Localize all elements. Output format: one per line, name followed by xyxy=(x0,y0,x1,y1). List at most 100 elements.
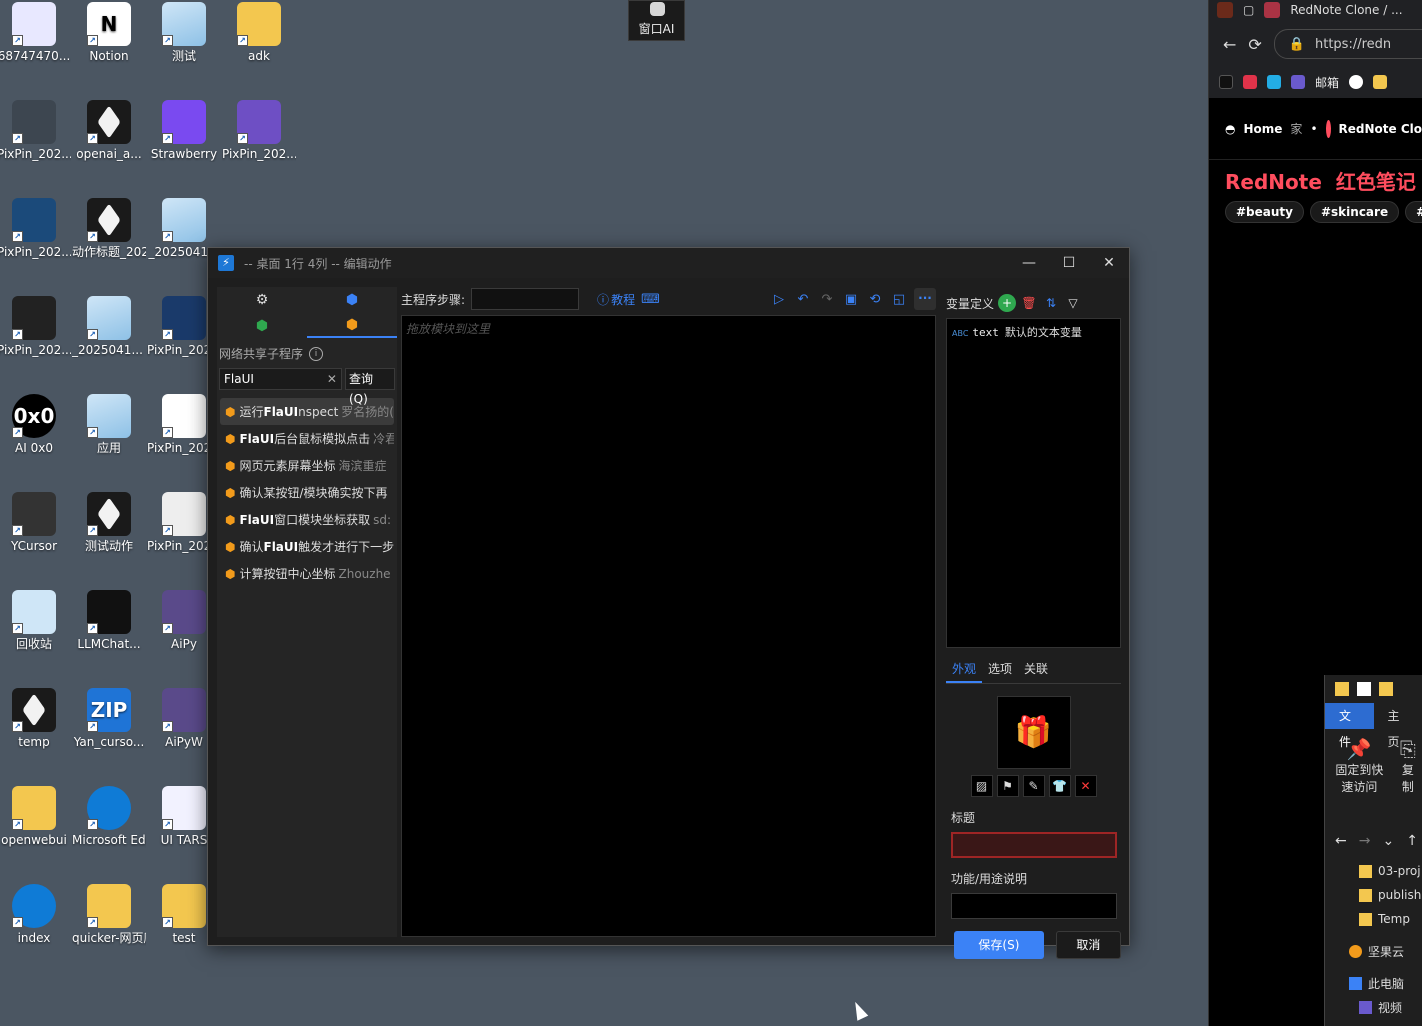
desktop-icon[interactable]: ↗ Strawberry xyxy=(147,100,221,162)
sort-icon[interactable]: ⇅ xyxy=(1042,294,1060,312)
desktop-icon[interactable]: ↗ PixPin_202... xyxy=(0,296,71,358)
workspaces-icon[interactable]: ▢ xyxy=(1243,3,1254,17)
window-ai-widget[interactable]: 窗口AI xyxy=(628,0,685,41)
list-item[interactable]: ⬢ 确认某按钮/模块确实按下再 xyxy=(220,479,394,506)
flag-icon[interactable]: ⚑ xyxy=(996,775,1019,797)
steps-search-input[interactable] xyxy=(471,288,580,310)
tab-0[interactable]: 外观 xyxy=(946,656,983,683)
desktop-icon[interactable]: 0x0 ↗ AI 0x0 xyxy=(0,394,71,456)
ribbon-home[interactable]: 主页 xyxy=(1374,703,1422,749)
filter-icon[interactable]: ▽ xyxy=(1064,294,1082,312)
info-icon[interactable]: i xyxy=(309,346,324,361)
nav-home-cn[interactable]: 家 xyxy=(1290,120,1302,137)
desktop-icon[interactable]: ↗ _2025041... - 副本 xyxy=(72,296,146,358)
delete-variable-icon[interactable]: 🗑 xyxy=(1020,294,1038,312)
tutorial-link[interactable]: ⓘ 教程 xyxy=(597,291,635,308)
remove-icon[interactable]: ✕ xyxy=(1074,775,1097,797)
desktop-icon[interactable]: ↗ index xyxy=(0,884,71,946)
desktop-icon[interactable]: ↗ 回收站 xyxy=(0,590,71,652)
tree-item-nutstore[interactable]: 坚果云 xyxy=(1325,939,1422,963)
list-item[interactable]: ⬢ FlaUI 后台鼠标模拟点击 冷君 xyxy=(220,425,394,452)
ribbon-file[interactable]: 文件 xyxy=(1325,703,1374,749)
back-icon[interactable]: ← xyxy=(1223,35,1236,54)
desktop-icon[interactable]: ↗ openai_a... xyxy=(72,100,146,162)
add-variable-icon[interactable]: + xyxy=(998,294,1017,312)
image-icon[interactable]: ▨ xyxy=(970,775,993,797)
profile-avatar-icon[interactable] xyxy=(1217,2,1233,18)
bookmark-yellow-icon[interactable] xyxy=(1373,75,1388,89)
action-icon-preview[interactable]: 🎁 xyxy=(996,696,1071,769)
undo-icon[interactable]: ↶ xyxy=(794,292,812,307)
green-cubes-category[interactable]: ⬢ xyxy=(217,313,307,338)
google-icon[interactable] xyxy=(1349,75,1364,89)
mail-icon[interactable] xyxy=(1291,75,1305,89)
blue-cubes-category[interactable]: ⬢ xyxy=(307,287,397,312)
desktop-icon[interactable]: ↗ 应用 xyxy=(72,394,146,456)
desktop-icon[interactable]: ↗ 测试动作 xyxy=(72,492,146,554)
address-bar[interactable]: 🔒 https://redn xyxy=(1273,29,1422,59)
more-icon[interactable]: ··· xyxy=(914,288,936,310)
folder-icon[interactable] xyxy=(1335,682,1349,696)
orange-cubes-category[interactable]: ⬢ xyxy=(307,313,397,338)
tree-item[interactable]: Temp xyxy=(1325,907,1422,931)
desktop-icon[interactable]: ↗ PixPin_202... xyxy=(0,100,71,162)
desktop-icon[interactable]: ↗ quicker-网页爬取脚本 xyxy=(72,884,146,946)
redo-icon[interactable]: ↷ xyxy=(818,292,836,307)
nav-home[interactable]: Home xyxy=(1243,122,1282,136)
description-input[interactable] xyxy=(951,893,1117,919)
list-item[interactable]: ⬢ 计算按钮中心坐标 Zhouzhe xyxy=(220,560,394,587)
desktop-icon[interactable]: ↗ 测试 xyxy=(147,2,221,64)
save-icon[interactable]: ▣ xyxy=(842,292,860,307)
desktop-icon[interactable]: ZIP ↗ Yan_curso... xyxy=(72,688,146,750)
up-icon[interactable]: ↑ xyxy=(1406,833,1418,849)
desktop-icon[interactable]: ↗ temp xyxy=(0,688,71,750)
variable-row[interactable]: ABC text 默认的文本变量 xyxy=(952,324,1115,340)
tiktok-icon[interactable] xyxy=(1219,75,1233,89)
tab-2[interactable]: 关联 xyxy=(1018,656,1054,683)
desktop-icon[interactable]: ↗ LLMChat... xyxy=(72,590,146,652)
forward-icon[interactable]: → xyxy=(1359,833,1371,849)
steps-drop-area[interactable]: 拖放模块到这里 xyxy=(401,315,936,937)
list-item[interactable]: ⬢ FlaUI 窗口模块坐标获取 sd: xyxy=(220,506,394,533)
save-button[interactable]: 保存(S) xyxy=(954,931,1044,959)
settings-category[interactable]: ⚙ xyxy=(217,287,307,312)
tree-item[interactable]: publish xyxy=(1325,883,1422,907)
properties-icon[interactable] xyxy=(1357,682,1371,696)
desktop-icon[interactable]: ↗ PixPin_202... xyxy=(0,198,71,260)
run-icon[interactable]: ▷ xyxy=(770,292,788,307)
copy-button[interactable]: ⎘ 复制 xyxy=(1400,737,1416,795)
chevron-down-icon[interactable]: ⌄ xyxy=(1382,833,1394,849)
title-bar[interactable]: ⚡ -- 桌面 1行 4列 -- 编辑动作 — ☐ ✕ xyxy=(208,248,1129,278)
tree-item[interactable]: 03-proj xyxy=(1325,859,1422,883)
keyboard-icon[interactable]: ⌨ xyxy=(641,292,660,307)
desktop-icon[interactable]: ↗ openwebui xyxy=(0,786,71,848)
pin-quick-access-button[interactable]: 📌 固定到快速访问 xyxy=(1331,737,1388,795)
bookmark-mail[interactable]: 邮箱 xyxy=(1315,74,1339,91)
nav-brand[interactable]: RedNote Clo xyxy=(1339,122,1422,136)
search-input[interactable]: FlaUI ✕ xyxy=(219,368,342,390)
close-button[interactable]: ✕ xyxy=(1089,248,1129,278)
tag-chip[interactable]: #beauty xyxy=(1225,201,1304,223)
minimize-button[interactable]: — xyxy=(1009,248,1049,278)
tag-chip[interactable]: #skincare xyxy=(1309,201,1400,223)
tab-1[interactable]: 选项 xyxy=(982,656,1018,683)
tree-item-video[interactable]: 视频 xyxy=(1325,995,1422,1019)
pen-icon[interactable]: ✎ xyxy=(1022,775,1045,797)
query-button[interactable]: 查询(Q) xyxy=(344,368,395,406)
browser-tab-title[interactable]: RedNote Clone / ... xyxy=(1290,3,1402,17)
list-item[interactable]: ⬢ 运行 FlaUI nspect 罗名扬的( xyxy=(220,398,394,425)
new-folder-icon[interactable] xyxy=(1379,682,1393,696)
maximize-button[interactable]: ☐ xyxy=(1049,248,1089,278)
history-icon[interactable]: ⟲ xyxy=(866,292,884,307)
cancel-button[interactable]: 取消 xyxy=(1055,931,1121,959)
desktop-icon[interactable]: ↗ PixPin_202... xyxy=(222,100,296,162)
bookmark-red-icon[interactable] xyxy=(1243,75,1257,89)
back-icon[interactable]: ← xyxy=(1335,833,1347,849)
note-icon[interactable]: ◱ xyxy=(890,292,908,307)
desktop-icon[interactable]: N ↗ Notion xyxy=(72,2,146,64)
list-item[interactable]: ⬢ 网页元素屏幕坐标 海滨重症 xyxy=(220,452,394,479)
list-item[interactable]: ⬢ 确认 FlaUI 触发才进行下一步 xyxy=(220,533,394,560)
tree-item-this-pc[interactable]: 此电脑 xyxy=(1325,971,1422,995)
desktop-icon[interactable]: ↗ 68747470... xyxy=(0,2,71,64)
bilibili-icon[interactable] xyxy=(1267,75,1281,89)
